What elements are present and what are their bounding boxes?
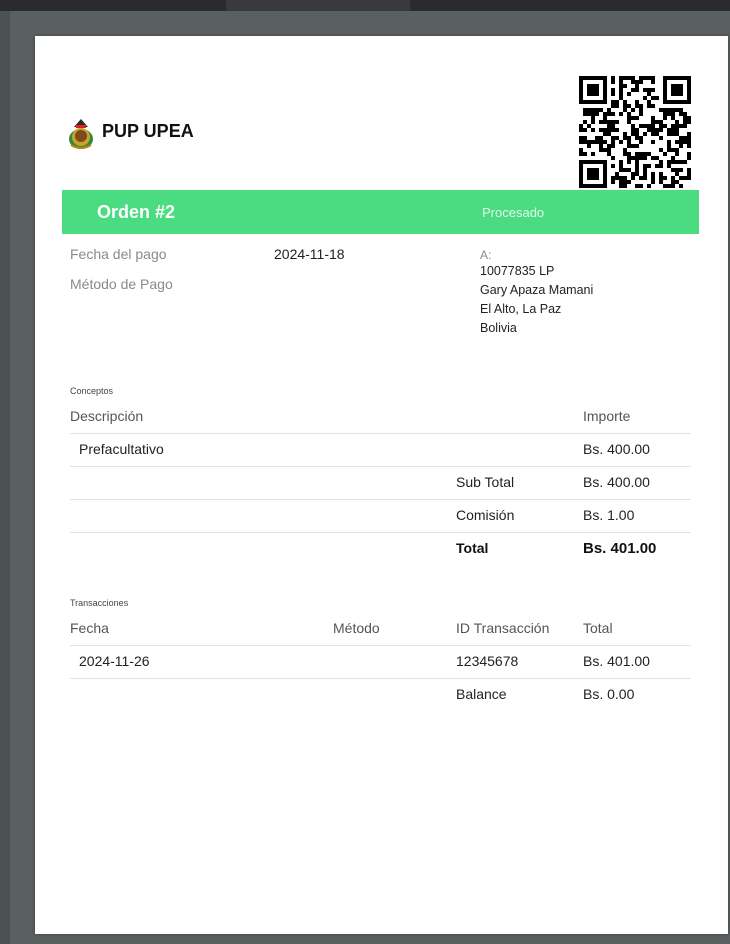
commission-label: Comisión [456, 507, 515, 523]
subtotal-value: Bs. 400.00 [583, 474, 650, 490]
transactions-header-date: Fecha [70, 620, 109, 636]
payment-date-label: Fecha del pago [70, 246, 167, 262]
order-status: Procesado [482, 205, 545, 220]
recipient-label: A: [480, 248, 492, 262]
address-line: El Alto, La Paz [480, 302, 562, 316]
total-label: Total [456, 540, 489, 556]
browser-tab-strip [226, 0, 410, 11]
concept-item-amount: Bs. 400.00 [583, 441, 650, 457]
transactions-section-title: Transacciones [70, 598, 129, 608]
recipient-address: 10077835 LP Gary Apaza Mamani El Alto, L… [480, 262, 593, 338]
transactions-header-id: ID Transacción [456, 620, 550, 636]
address-line: Bolivia [480, 321, 517, 335]
qr-code-icon [579, 76, 691, 188]
order-banner: Orden #2 Procesado [62, 190, 699, 234]
concepts-section-title: Conceptos [70, 386, 114, 396]
divider [70, 678, 691, 679]
concept-item-description: Prefacultativo [79, 441, 164, 457]
address-line: Gary Apaza Mamani [480, 283, 594, 297]
transaction-date: 2024-11-26 [79, 653, 150, 669]
divider [70, 499, 691, 500]
subtotal-label: Sub Total [456, 474, 515, 490]
divider [70, 532, 691, 533]
payment-date-value: 2024-11-18 [274, 246, 345, 262]
address-line: 10077835 LP [480, 264, 555, 278]
concepts-header-amount: Importe [583, 408, 631, 424]
left-sidebar-strip [0, 11, 10, 944]
invoice-page: PUP UPEA Orden #2 Procesado Fecha del pa… [35, 36, 728, 934]
divider [70, 433, 691, 434]
total-value: Bs. 401.00 [583, 540, 657, 557]
divider [70, 466, 691, 467]
brand-name: PUP UPEA [102, 121, 194, 141]
transactions-header-method: Método [333, 620, 380, 636]
payment-method-label: Método de Pago [70, 276, 173, 292]
transactions-header-total: Total [583, 620, 613, 636]
window-top-bar [0, 0, 730, 11]
balance-label: Balance [456, 686, 507, 702]
order-title: Orden #2 [97, 202, 176, 222]
coat-of-arms-icon [69, 119, 93, 149]
divider [70, 645, 691, 646]
commission-value: Bs. 1.00 [583, 507, 635, 523]
balance-value: Bs. 0.00 [583, 686, 635, 702]
transaction-total: Bs. 401.00 [583, 653, 650, 669]
concepts-header-description: Descripción [70, 408, 144, 424]
transaction-id: 12345678 [456, 653, 519, 669]
